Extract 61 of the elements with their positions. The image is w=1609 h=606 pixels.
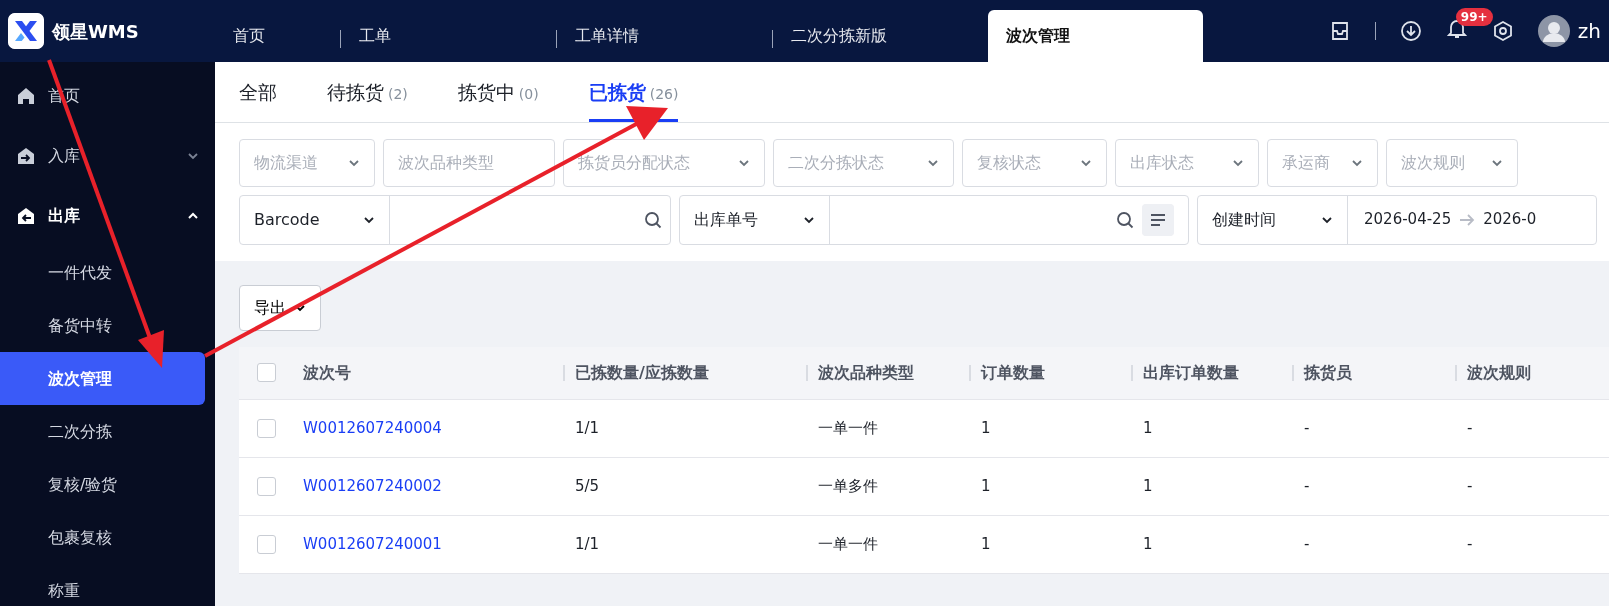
column-header: 波次品种类型 [818,361,914,384]
page-tab[interactable]: 工单 [341,10,556,62]
export-button[interactable]: 导出 [239,284,321,331]
table-cell: 1 [981,476,991,495]
column-header: 出库订单数量 [1143,361,1239,384]
inbound-icon [16,146,36,166]
column-header: 波次号 [303,361,351,384]
sidebar-subitem[interactable]: 备货中转 [0,299,205,352]
status-tab[interactable]: 拣货中 (0) [457,62,539,122]
table-cell: 一单一件 [818,534,878,553]
sidebar-item[interactable]: 出库 [0,186,215,246]
page-tab[interactable]: 工单详情 [557,10,772,62]
table-cell: - [1304,534,1310,553]
checkbox[interactable] [256,418,276,438]
table-cell: 一单一件 [818,418,878,437]
wave-number-link[interactable]: W0012607240004 [303,418,442,437]
table-cell: - [1467,534,1473,553]
sidebar-subitem[interactable]: 包裹复核 [0,511,205,564]
sidebar-subitem[interactable]: 复核/验货 [0,458,205,511]
table-cell: 1 [1143,534,1153,553]
table-cell: 一单多件 [818,476,878,495]
app-name: 领星WMS [52,19,139,44]
status-tab[interactable]: 全部 [239,62,277,122]
table-cell: 1/1 [575,534,600,553]
table-cell: - [1304,418,1310,437]
column-header: 拣货员 [1304,361,1352,384]
wave-number-link[interactable]: W0012607240001 [303,534,442,553]
wave-number-link[interactable]: W0012607240002 [303,476,442,495]
table-cell: 1/1 [575,418,600,437]
status-tab[interactable]: 待拣货 (2) [327,62,408,122]
checkbox[interactable] [256,534,276,554]
sidebar-subitem[interactable]: 二次分拣 [0,405,205,458]
column-header: 已拣数量/应拣数量 [575,361,709,384]
sidebar-subitem[interactable]: 波次管理 [0,352,205,405]
user-name[interactable]: zh [1577,16,1601,46]
outbound-icon [16,206,36,226]
caret-icon [187,150,199,162]
table-cell: 1 [1143,418,1153,437]
notification-count: 99+ [1455,7,1493,26]
column-header: 订单数量 [981,361,1045,384]
table-cell: 5/5 [575,476,600,495]
settings-icon[interactable] [1491,20,1514,42]
sidebar-subitem[interactable]: 一件代发 [0,246,205,299]
table-cell: - [1467,418,1473,437]
sidebar-item[interactable]: 入库 [0,126,215,186]
download-icon[interactable] [1399,20,1422,42]
table-cell: - [1467,476,1473,495]
table-cell: 1 [1143,476,1153,495]
page-tab[interactable]: 首页 [215,10,340,62]
checkbox[interactable] [256,476,276,496]
page-tab[interactable]: 波次管理 [988,10,1203,62]
sidebar-subitem[interactable]: 称重 [0,564,205,606]
table-cell: 1 [981,534,991,553]
logo-icon [8,13,44,49]
checkbox[interactable] [256,363,276,382]
avatar-icon[interactable] [1537,15,1570,47]
table-cell: - [1304,476,1310,495]
page-tab[interactable]: 二次分拣新版 [773,10,988,62]
column-header: 波次规则 [1467,361,1531,384]
table-cell: 1 [981,418,991,437]
home-icon [16,86,36,106]
